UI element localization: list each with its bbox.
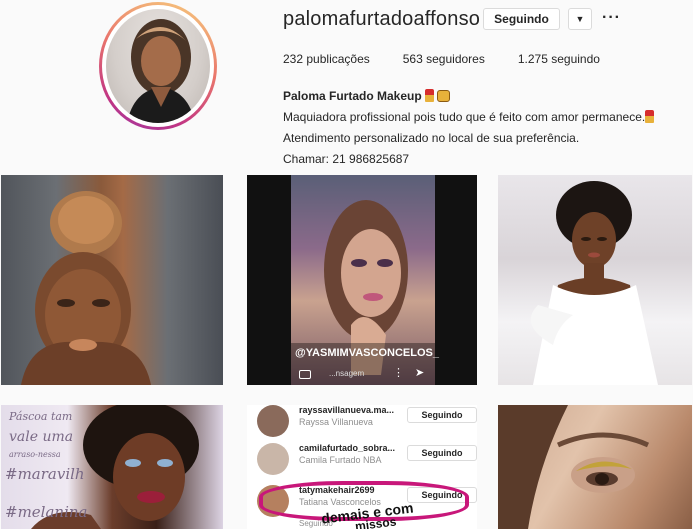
post-thumbnail-6[interactable] xyxy=(498,405,692,529)
bio-text-1: Maquiadora profissional pois tudo que é … xyxy=(283,110,646,124)
post-thumbnail-4[interactable]: Páscoa tam vale uma arraso-nessa #maravi… xyxy=(1,405,223,529)
posts-stat: 232 publicações xyxy=(283,52,370,66)
chevron-down-icon: ▼ xyxy=(575,14,585,24)
suggestions-dropdown-button[interactable]: ▼ xyxy=(568,8,592,30)
bio-line-2: Atendimento personalizado no local de su… xyxy=(283,131,580,145)
avatar-portrait xyxy=(127,19,195,123)
followers-count: 563 xyxy=(402,52,423,66)
post-thumbnail-2[interactable]: @YASMIMVASCONCELOS_ ...nsagem ⋮ ➤ xyxy=(247,175,477,385)
post-4-text-line-2: vale uma xyxy=(9,429,74,445)
send-icon[interactable]: ➤ xyxy=(415,366,424,379)
followers-stat[interactable]: 563 seguidores xyxy=(403,52,485,66)
post-6-image xyxy=(498,405,650,529)
avatar[interactable] xyxy=(257,443,289,475)
post-1-image xyxy=(21,191,151,385)
post-4-text-line-3: arraso-nessa xyxy=(9,450,61,459)
bio-line-3: Chamar: 21 986825687 xyxy=(283,152,410,166)
post-thumbnail-1[interactable] xyxy=(1,175,223,385)
following-label: seguindo xyxy=(551,52,600,66)
posts-count: 232 xyxy=(283,52,304,66)
more-vertical-icon[interactable]: ⋮ xyxy=(393,366,404,379)
follow-list-row: rayssavillanueva.ma... Rayssa Villanueva… xyxy=(257,405,477,441)
avatar-border xyxy=(102,5,214,127)
post-3-image xyxy=(530,181,658,385)
treasure-chest-icon xyxy=(437,90,451,102)
profile-username: palomafurtadoaffonso xyxy=(283,8,481,30)
list-fullname: Rayssa Villanueva xyxy=(299,417,373,427)
post-4-text-line-5: #melanina xyxy=(5,503,88,521)
list-username: rayssavillanueva.ma... xyxy=(299,405,395,415)
followers-label: seguidores xyxy=(426,52,485,66)
following-button[interactable]: Seguindo xyxy=(483,8,560,30)
following-stat[interactable]: 1.275 seguindo xyxy=(518,52,600,66)
list-username: camilafurtado_sobra... xyxy=(299,443,396,453)
profile-full-name: Paloma Furtado Makeup xyxy=(283,89,422,103)
list-fullname: Camila Furtado NBA xyxy=(299,455,382,465)
post-2-watermark: @YASMIMVASCONCELOS_ xyxy=(295,347,439,359)
profile-avatar-ring[interactable] xyxy=(99,2,217,130)
follow-list-row: camilafurtado_sobra... Camila Furtado NB… xyxy=(257,441,477,479)
lipstick-icon xyxy=(645,110,655,123)
post-4-text-line-1: Páscoa tam xyxy=(9,410,73,423)
avatar[interactable] xyxy=(257,405,289,437)
profile-bio: Paloma Furtado Makeup Maquiadora profiss… xyxy=(283,86,655,170)
avatar[interactable] xyxy=(106,9,210,123)
profile-stats: 232 publicações 563 seguidores 1.275 seg… xyxy=(283,52,633,66)
camera-icon[interactable] xyxy=(299,370,311,379)
bio-line-1: Maquiadora profissional pois tudo que é … xyxy=(283,107,655,128)
posts-label: publicações xyxy=(306,52,370,66)
lipstick-icon xyxy=(425,89,435,102)
following-button[interactable]: Seguindo xyxy=(407,445,477,461)
bio-name-line: Paloma Furtado Makeup xyxy=(283,86,654,107)
post-2-message-hint: ...nsagem xyxy=(329,369,365,378)
following-button[interactable]: Seguindo xyxy=(407,407,477,423)
post-thumbnail-5[interactable]: rayssavillanueva.ma... Rayssa Villanueva… xyxy=(247,405,477,529)
post-4-text-line-4: #maravilh xyxy=(5,465,85,483)
post-thumbnail-3[interactable] xyxy=(498,175,692,385)
more-options-icon[interactable]: ··· xyxy=(602,9,621,27)
following-count: 1.275 xyxy=(517,52,548,66)
